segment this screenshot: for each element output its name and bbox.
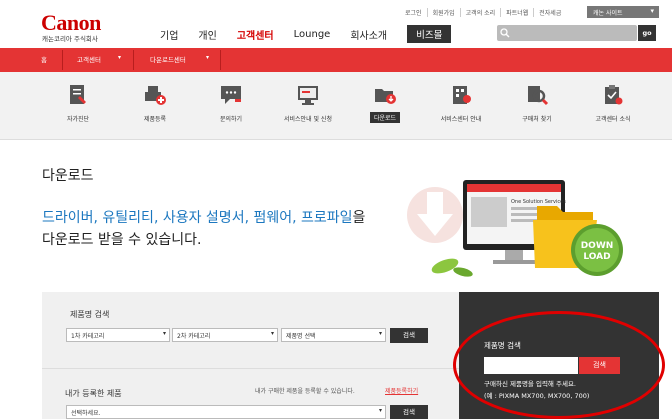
inquiry-icon <box>221 86 241 104</box>
voice-link[interactable]: 고객의 소리 <box>461 8 502 17</box>
highlight-annotation-oval <box>453 311 665 419</box>
monitor-screen-text: One Solution Services <box>511 199 566 205</box>
chevron-down-icon: ▾ <box>162 330 166 337</box>
breadcrumb-divider <box>62 50 63 70</box>
category1-select[interactable]: 1차 카테고리 ▾ <box>66 328 170 342</box>
registered-products-title: 내가 등록한 제품 <box>65 389 122 398</box>
badge-text-line2: LOAD <box>583 252 610 262</box>
product-register-icon <box>145 86 166 105</box>
subnav-label: 고객센터 소식 <box>595 116 631 123</box>
hero-line2: 다운로드 받을 수 있습니다. <box>42 232 202 248</box>
subnav-item-service-guide[interactable]: 서비스안내 및 신청 <box>273 84 343 123</box>
registered-product-select[interactable]: 선택하세요. ▾ <box>66 405 386 419</box>
partner-web-link[interactable]: 파트너웹 <box>501 8 535 17</box>
badge-text-line1: DOWN <box>581 241 614 251</box>
category2-value: 2차 카테고리 <box>177 333 211 340</box>
register-product-link[interactable]: 제품등록하기 <box>385 386 418 395</box>
search-icon <box>500 28 510 38</box>
sub-nav: 자가진단 제품등록 문의하기 서비스안내 및 신청 다운로드 서비스센터 안내 … <box>0 72 672 140</box>
subnav-label: 다운로드 <box>369 112 401 123</box>
header: Canon 캐논코리아 주식회사 기업 개인 고객센터 Lounge 회사소개 … <box>0 0 672 48</box>
subnav-item-download[interactable]: 다운로드 <box>350 84 420 123</box>
e-tax-link[interactable]: 전자세금 <box>534 8 566 17</box>
category1-value: 1차 카테고리 <box>71 333 105 340</box>
hero-highlight: 드라이버, 유틸리티, 사용자 설명서, 펌웨어, 프로파일 <box>42 210 353 226</box>
logo-subtitle: 캐논코리아 주식회사 <box>42 35 98 43</box>
registered-note: 내가 구매한 제품을 등록할 수 있습니다. <box>255 388 355 395</box>
subnav-label: 구매처 찾기 <box>522 116 552 123</box>
store-search-icon <box>528 86 549 106</box>
global-search-input[interactable] <box>497 25 637 41</box>
hero-line1-rest: 을 <box>352 210 366 226</box>
subnav-item-news[interactable]: 고객센터 소식 <box>578 84 648 123</box>
login-link[interactable]: 로그인 <box>400 8 428 17</box>
registered-select-value: 선택하세요. <box>71 410 101 417</box>
page-title: 다운로드 <box>42 168 94 184</box>
subnav-item-service-center[interactable]: 서비스센터 안내 <box>426 84 496 123</box>
chevron-down-icon: ▾ <box>118 54 122 61</box>
join-link[interactable]: 회원가입 <box>428 8 461 17</box>
global-search-button[interactable]: go <box>638 25 656 41</box>
chevron-down-icon: ▾ <box>378 330 382 337</box>
registered-search-button[interactable]: 검색 <box>390 405 428 419</box>
subnav-item-inquiry[interactable]: 문의하기 <box>196 84 266 123</box>
breadcrumb-download-center[interactable]: 다운로드센터 <box>150 54 186 64</box>
category2-select[interactable]: 2차 카테고리 ▾ <box>172 328 278 342</box>
subnav-label: 제품등록 <box>143 116 167 123</box>
product-select-value: 제품명 선택 <box>286 333 316 340</box>
chevron-down-icon: ▾ <box>270 330 274 337</box>
nav-item-bizmall[interactable]: 비즈몰 <box>407 25 452 43</box>
nav-item-lounge[interactable]: Lounge <box>294 29 331 40</box>
product-select[interactable]: 제품명 선택 ▾ <box>281 328 386 342</box>
breadcrumb-home[interactable]: 홈 <box>41 54 47 64</box>
subnav-item-product-register[interactable]: 제품등록 <box>120 84 190 123</box>
breadcrumb: 홈 고객센터 ▾ 다운로드센터 ▾ <box>0 48 672 72</box>
self-diagnosis-icon <box>70 85 86 104</box>
site-select-label: 캐논 사이트 <box>593 10 623 17</box>
category-search-button[interactable]: 검색 <box>390 328 428 343</box>
nav-item-about[interactable]: 회사소개 <box>350 27 387 42</box>
top-links: 로그인 회원가입 고객의 소리 파트너웹 전자세금 <box>400 8 566 17</box>
nav-item-corporate[interactable]: 기업 <box>160 27 178 42</box>
service-center-icon <box>453 86 471 104</box>
subnav-label: 서비스센터 안내 <box>440 116 482 123</box>
site-select[interactable]: 캐논 사이트 ▾ <box>587 6 659 18</box>
subnav-item-self-diagnosis[interactable]: 자가진단 <box>43 84 113 123</box>
subnav-label: 문의하기 <box>219 116 243 123</box>
breadcrumb-divider <box>133 50 134 70</box>
subnav-label: 자가진단 <box>66 116 90 123</box>
hero-description: 드라이버, 유틸리티, 사용자 설명서, 펌웨어, 프로파일을 다운로드 받을 … <box>42 207 365 251</box>
download-folder-icon <box>375 89 396 104</box>
nav-item-customer-center[interactable]: 고객센터 <box>237 27 274 42</box>
news-icon <box>605 85 623 105</box>
breadcrumb-divider <box>220 50 221 70</box>
chevron-down-icon: ▾ <box>650 7 654 15</box>
subnav-label: 서비스안내 및 신청 <box>284 116 332 123</box>
divider <box>42 368 459 369</box>
breadcrumb-customer-center[interactable]: 고객센터 <box>77 54 101 64</box>
nav-item-personal[interactable]: 개인 <box>198 27 216 42</box>
chevron-down-icon: ▾ <box>206 54 210 61</box>
subnav-item-store-search[interactable]: 구매처 찾기 <box>502 84 572 123</box>
product-search-title: 제품명 검색 <box>70 310 110 319</box>
chevron-down-icon: ▾ <box>378 407 382 414</box>
service-guide-icon <box>298 86 318 105</box>
main-nav: 기업 개인 고객센터 Lounge 회사소개 비즈몰 <box>160 25 452 43</box>
download-hero-illustration: One Solution Services DOWN LOAD <box>407 180 623 277</box>
